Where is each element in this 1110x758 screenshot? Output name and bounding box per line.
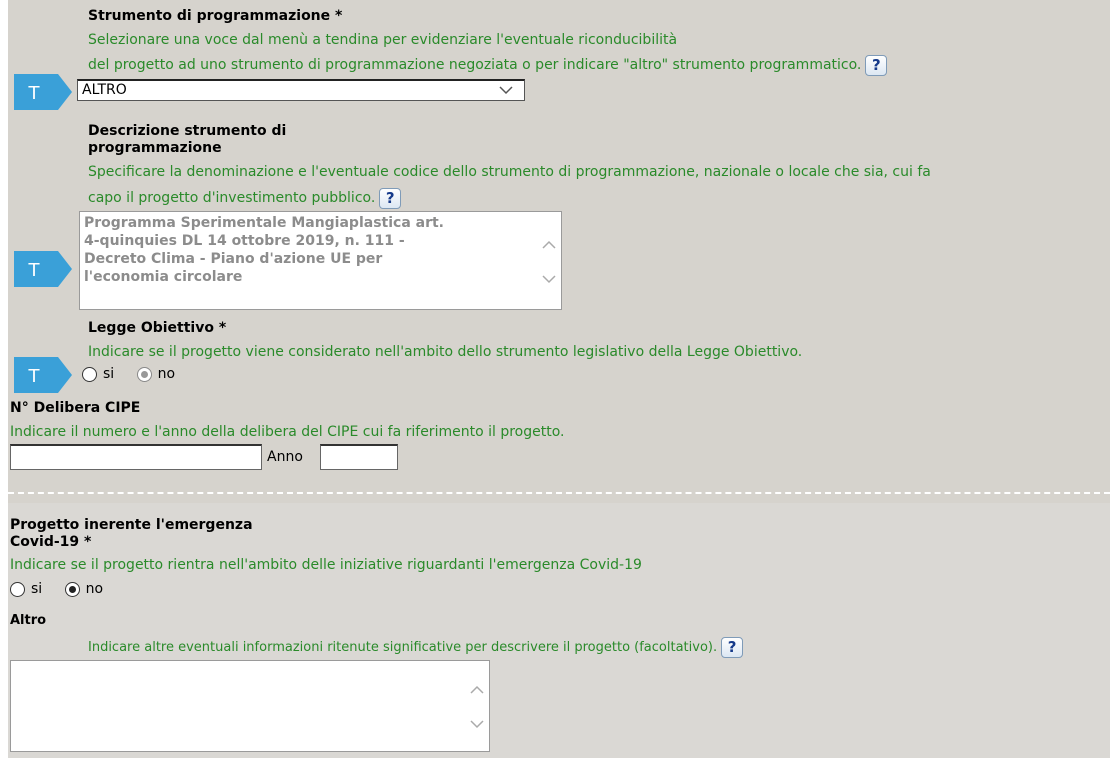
translate-t-icon[interactable]: T: [14, 251, 72, 287]
legge-radio-si-label: si: [103, 366, 115, 382]
covid-radio-no-label: no: [85, 581, 104, 597]
anno-label: Anno: [267, 449, 303, 465]
legge-radio-no[interactable]: [136, 366, 152, 382]
translate-t-icon[interactable]: T: [14, 357, 72, 393]
altro-label: Altro: [10, 613, 47, 628]
descrizione-line: l'economia circolare: [84, 269, 243, 285]
descrizione-line: Programma Sperimentale Mangiaplastica ar…: [84, 215, 445, 231]
descrizione-hint-line1: Specificare la denominazione e l'eventua…: [88, 164, 931, 180]
scroll-arrows-icon[interactable]: [541, 234, 557, 290]
svg-text:T: T: [28, 83, 41, 104]
strumento-select-value: ALTRO: [82, 82, 127, 98]
svg-text:T: T: [28, 366, 41, 387]
covid-label-line2: Covid-19 *: [10, 534, 92, 550]
descrizione-line: Decreto Clima - Piano d'azione UE per: [84, 251, 383, 267]
descrizione-label-line1: Descrizione strumento di: [88, 123, 287, 139]
strumento-hint-text: del progetto ad uno strumento di program…: [88, 57, 862, 73]
descrizione-line: 4-quinquies DL 14 ottobre 2019, n. 111 -: [84, 233, 405, 249]
descrizione-textarea[interactable]: Programma Sperimentale Mangiaplastica ar…: [79, 211, 562, 310]
covid-radio-no[interactable]: [64, 581, 80, 597]
delibera-numero-input[interactable]: [10, 444, 262, 470]
form-page: Strumento di programmazione * Selezionar…: [8, 0, 1110, 758]
delibera-label: N° Delibera CIPE: [10, 400, 141, 416]
covid-radio-group: si no: [10, 581, 103, 597]
help-icon[interactable]: ?: [379, 187, 402, 209]
delibera-hint: Indicare il numero e l'anno della delibe…: [10, 424, 565, 440]
scroll-arrows-icon[interactable]: [469, 679, 485, 735]
legge-radio-si[interactable]: [82, 366, 97, 382]
radio-selected-dot: [68, 585, 76, 593]
radio-selected-dot: [140, 370, 148, 378]
covid-hint: Indicare se il progetto rientra nell'amb…: [10, 557, 642, 573]
legge-hint: Indicare se il progetto viene considerat…: [88, 344, 803, 360]
chevron-down-icon: [499, 86, 513, 95]
altro-textarea[interactable]: [10, 660, 490, 752]
section-divider: [8, 492, 1110, 494]
help-icon[interactable]: ?: [721, 637, 744, 658]
svg-text:T: T: [28, 260, 41, 281]
descrizione-label-line2: programmazione: [88, 140, 222, 156]
legge-radio-no-label: no: [157, 366, 176, 382]
legge-label: Legge Obiettivo *: [88, 320, 227, 336]
strumento-select[interactable]: ALTRO: [77, 79, 525, 101]
help-icon[interactable]: ?: [865, 54, 888, 76]
legge-radio-group: si no: [82, 366, 175, 382]
descrizione-hint-line2: capo il progetto d'investimento pubblico…: [88, 186, 402, 210]
covid-label-line1: Progetto inerente l'emergenza: [10, 517, 253, 533]
covid-radio-si-label: si: [31, 581, 43, 597]
covid-radio-si[interactable]: [10, 581, 25, 597]
altro-hint: Indicare altre eventuali informazioni ri…: [88, 636, 744, 660]
strumento-hint-line1: Selezionare una voce dal menù a tendina …: [88, 32, 678, 48]
altro-hint-text: Indicare altre eventuali informazioni ri…: [88, 640, 718, 655]
strumento-label: Strumento di programmazione *: [88, 8, 343, 24]
delibera-anno-input[interactable]: [320, 444, 398, 470]
translate-t-icon[interactable]: T: [14, 74, 72, 110]
strumento-hint-line2: del progetto ad uno strumento di program…: [88, 53, 888, 77]
descrizione-hint-text: capo il progetto d'investimento pubblico…: [88, 190, 376, 206]
